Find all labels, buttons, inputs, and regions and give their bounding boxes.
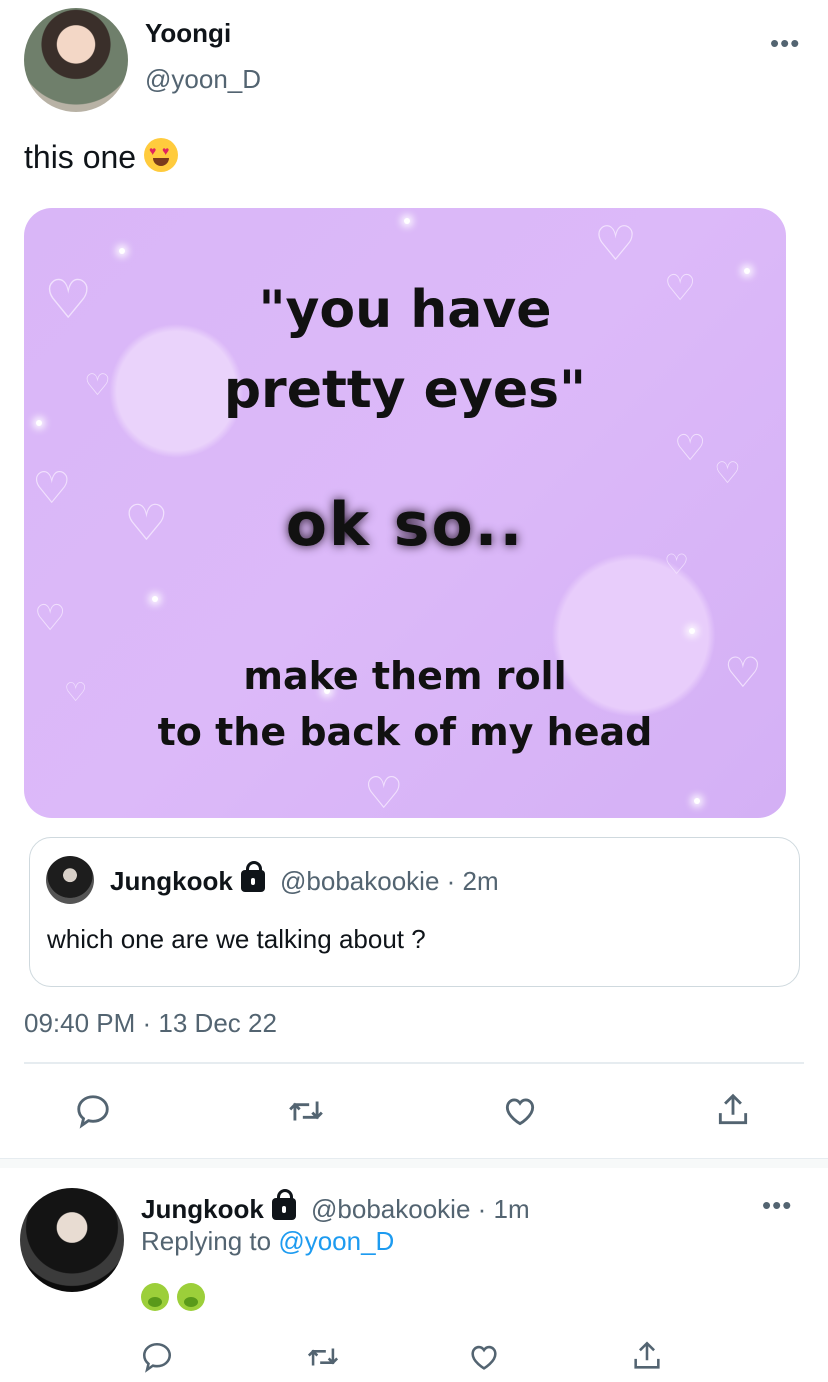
reply-author-handle[interactable]: @bobakookie · 1m: [311, 1194, 530, 1224]
reply-share-button[interactable]: [630, 1338, 664, 1374]
quoted-tweet-text: which one are we talking about ?: [47, 924, 426, 954]
nauseated-face-emoji-icon: [177, 1283, 205, 1311]
quoted-author-row: Jungkook @bobakookie · 2m: [110, 861, 499, 897]
sparkle-icon: [694, 798, 700, 804]
heart-icon: [471, 1345, 497, 1370]
meme-text-line: ok so..: [285, 490, 525, 560]
sparkle-icon: [744, 268, 750, 274]
heart-decoration-icon: ♡: [594, 216, 638, 272]
meme-text-line: to the back of my head: [157, 710, 653, 754]
replying-to-row: Replying to @yoon_D: [141, 1226, 394, 1257]
quoted-author-handle: @bobakookie · 2m: [280, 866, 499, 896]
reply-more-options-button[interactable]: •••: [762, 1192, 792, 1218]
reply-button[interactable]: [74, 1092, 112, 1130]
meme-text-line: pretty eyes": [223, 360, 587, 420]
sparkle-icon: [152, 596, 158, 602]
reply-icon: [142, 1342, 172, 1373]
sparkle-icon: [404, 218, 410, 224]
reply-retweet-button[interactable]: [304, 1340, 342, 1374]
share-button[interactable]: [714, 1090, 752, 1130]
author-handle[interactable]: @yoon_D: [145, 64, 261, 95]
lock-icon: [240, 861, 265, 892]
tweet-text-row: this one ♥ ♥: [24, 138, 179, 176]
author-avatar[interactable]: [24, 8, 128, 112]
heart-decoration-icon: ♡: [34, 598, 67, 639]
like-button[interactable]: [500, 1092, 540, 1130]
heart-decoration-icon: ♡: [714, 456, 741, 491]
quoted-author-name: Jungkook: [110, 866, 233, 896]
heart-icon: [505, 1098, 535, 1126]
reply-text: [141, 1283, 213, 1316]
tweet-text: this one: [24, 139, 137, 175]
replying-to-label: Replying to: [141, 1226, 272, 1256]
quoted-tweet[interactable]: Jungkook @bobakookie · 2m which one are …: [29, 837, 800, 987]
retweet-icon: [307, 1348, 339, 1366]
reply-icon: [77, 1095, 109, 1129]
heart-decoration-icon: ♡: [674, 428, 707, 469]
reply-author-row: Jungkook @bobakookie · 1m: [141, 1189, 530, 1225]
reply-like-button[interactable]: [466, 1340, 502, 1374]
replying-to-handle-link[interactable]: @yoon_D: [278, 1226, 394, 1256]
section-separator: [0, 1158, 828, 1168]
retweet-icon: [289, 1101, 323, 1121]
reply-reply-button[interactable]: [140, 1340, 174, 1374]
meme-text-line: "you have: [258, 280, 552, 340]
reply-author-avatar[interactable]: [20, 1188, 124, 1292]
more-options-button[interactable]: •••: [770, 30, 800, 56]
reply-author-name[interactable]: Jungkook: [141, 1194, 264, 1224]
sparkle-icon: [119, 248, 125, 254]
divider: [24, 1062, 804, 1064]
heart-eyes-emoji-icon: ♥ ♥: [144, 138, 179, 172]
tweet-timestamp[interactable]: 09:40 PM · 13 Dec 22: [24, 1008, 277, 1039]
nauseated-face-emoji-icon: [141, 1283, 169, 1311]
quoted-author-avatar: [46, 856, 94, 904]
author-name[interactable]: Yoongi: [145, 18, 231, 49]
share-icon: [634, 1341, 660, 1369]
sparkle-icon: [689, 628, 695, 634]
sparkle-icon: [36, 420, 42, 426]
meme-text-line: make them roll: [243, 654, 567, 698]
share-icon: [718, 1093, 748, 1125]
lock-icon: [271, 1189, 296, 1220]
heart-decoration-icon: ♡: [364, 768, 404, 818]
tweet-image[interactable]: ♡ ♡ ♡ ♡ ♡ ♡ ♡ ♡ ♡ ♡ ♡ ♡ ♡ "you have pret…: [24, 208, 786, 818]
retweet-button[interactable]: [285, 1092, 327, 1130]
